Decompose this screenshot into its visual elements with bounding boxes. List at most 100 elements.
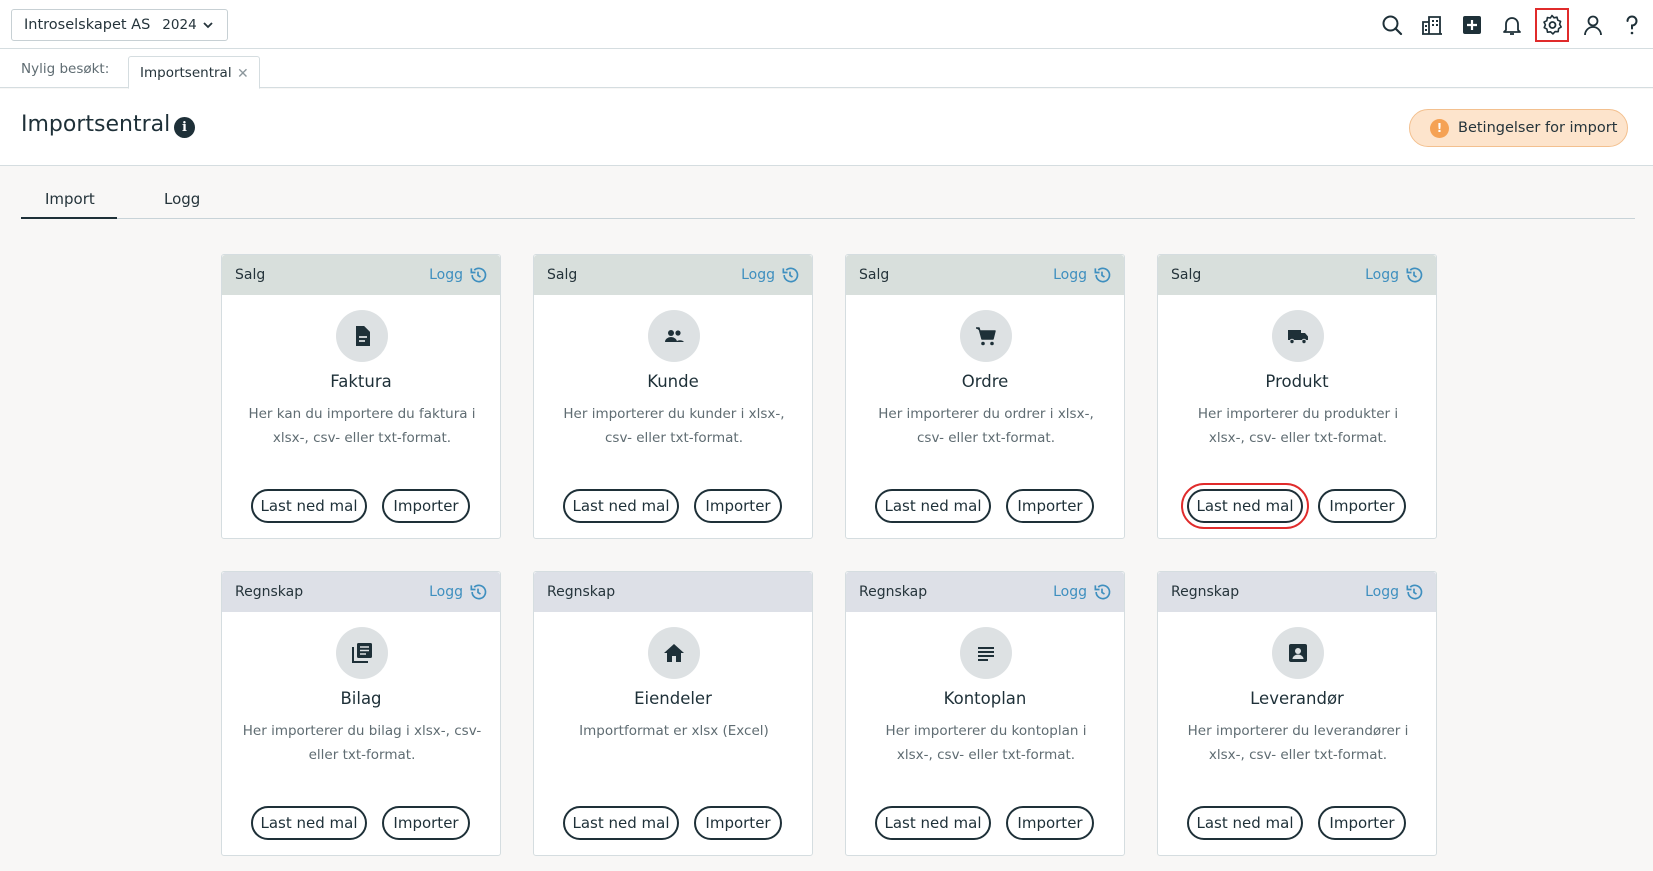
- notifications-button[interactable]: [1497, 10, 1527, 40]
- card-description: Her importerer du bilag i xlsx-, csv- el…: [242, 723, 482, 763]
- card-category: Salg: [547, 267, 578, 283]
- company-button[interactable]: [1417, 10, 1447, 40]
- card-category: Salg: [235, 267, 266, 283]
- import-button[interactable]: Importer: [1318, 489, 1406, 523]
- tab-import[interactable]: Import: [45, 190, 95, 208]
- history-icon: [1094, 584, 1111, 600]
- truck-icon: [1272, 310, 1324, 362]
- gear-icon: [1543, 14, 1562, 35]
- download-template-button[interactable]: Last ned mal: [563, 489, 679, 523]
- card-header: Salg Logg: [534, 255, 812, 295]
- download-template-button[interactable]: Last ned mal: [251, 489, 367, 523]
- list-lines-icon: [960, 627, 1012, 679]
- card-logg-label: Logg: [1053, 267, 1087, 283]
- card-description: Her importerer du leverandører i xlsx-, …: [1187, 723, 1409, 763]
- page-header: Importsentral i ! Betingelser for import: [0, 89, 1653, 166]
- import-button[interactable]: Importer: [1006, 806, 1094, 840]
- download-template-button[interactable]: Last ned mal: [1181, 483, 1309, 529]
- download-template-button[interactable]: Last ned mal: [251, 806, 367, 840]
- import-card-bilag: Regnskap Logg Bilag Her importerer du bi…: [221, 571, 501, 856]
- info-icon[interactable]: i: [174, 117, 195, 138]
- add-button[interactable]: [1457, 10, 1487, 40]
- card-title: Leverandør: [1250, 689, 1344, 708]
- card-logg-link[interactable]: Logg: [429, 582, 488, 602]
- card-header: Salg Logg: [1158, 255, 1436, 295]
- card-logg-label: Logg: [1365, 584, 1399, 600]
- history-icon: [1094, 267, 1111, 283]
- import-button[interactable]: Importer: [1318, 806, 1406, 840]
- card-description: Her kan du importere du faktura i xlsx-,…: [248, 406, 476, 446]
- import-card-kontoplan: Regnskap Logg Kontoplan Her importerer d…: [845, 571, 1125, 856]
- warning-icon: !: [1430, 118, 1449, 138]
- card-logg-label: Logg: [429, 584, 463, 600]
- people-icon: [648, 310, 700, 362]
- import-button[interactable]: Importer: [382, 489, 470, 523]
- card-title: Bilag: [340, 689, 382, 708]
- tab-logg[interactable]: Logg: [164, 190, 200, 208]
- card-logg-link[interactable]: Logg: [1365, 265, 1424, 285]
- card-header: Regnskap: [534, 572, 812, 612]
- download-template-button[interactable]: Last ned mal: [1187, 806, 1303, 840]
- import-card-faktura: Salg Logg Faktura Her kan du importere d…: [221, 254, 501, 539]
- company-selector[interactable]: Introselskapet AS 2024: [11, 9, 228, 41]
- library-books-icon: [336, 627, 388, 679]
- card-header: Regnskap Logg: [1158, 572, 1436, 612]
- tab-bar: Import Logg: [21, 180, 1635, 219]
- user-icon: [1584, 15, 1602, 36]
- import-button[interactable]: Importer: [382, 806, 470, 840]
- recent-bar: Nylig besøkt: Importsentral ✕: [0, 49, 1653, 89]
- bell-icon: [1503, 17, 1521, 35]
- recent-label: Nylig besøkt:: [21, 61, 110, 77]
- card-header: Regnskap Logg: [222, 572, 500, 612]
- card-category: Regnskap: [859, 584, 928, 600]
- card-title: Kunde: [647, 372, 699, 391]
- user-button[interactable]: [1578, 10, 1608, 40]
- card-logg-link[interactable]: Logg: [1053, 265, 1112, 285]
- close-icon[interactable]: ✕: [237, 66, 249, 82]
- buildings-icon: [1422, 16, 1442, 35]
- import-button[interactable]: Importer: [694, 489, 782, 523]
- conditions-button[interactable]: ! Betingelser for import: [1409, 109, 1628, 147]
- top-bar: Introselskapet AS 2024: [0, 0, 1653, 49]
- home-icon: [648, 627, 700, 679]
- card-logg-link[interactable]: Logg: [1365, 582, 1424, 602]
- history-icon: [470, 584, 487, 600]
- recent-tab-label: Importsentral: [140, 65, 232, 81]
- question-icon: [1626, 15, 1638, 35]
- card-title: Produkt: [1265, 372, 1329, 391]
- cart-icon: [960, 310, 1012, 362]
- card-logg-link[interactable]: Logg: [741, 265, 800, 285]
- import-card-leverandor: Regnskap Logg Leverandør Her importerer …: [1157, 571, 1437, 856]
- card-category: Salg: [1171, 267, 1202, 283]
- import-button[interactable]: Importer: [694, 806, 782, 840]
- search-button[interactable]: [1377, 10, 1407, 40]
- history-icon: [1406, 584, 1423, 600]
- history-icon: [782, 267, 799, 283]
- card-description: Her importerer du ordrer i xlsx-, csv- e…: [878, 406, 1094, 446]
- recent-tab-importsentral[interactable]: Importsentral ✕: [128, 56, 260, 89]
- card-logg-link[interactable]: Logg: [429, 265, 488, 285]
- import-card-ordre: Salg Logg Ordre Her importerer du ordrer…: [845, 254, 1125, 539]
- card-title: Ordre: [961, 372, 1009, 391]
- card-logg-link[interactable]: Logg: [1053, 582, 1112, 602]
- search-icon: [1382, 15, 1403, 36]
- import-button[interactable]: Importer: [1006, 489, 1094, 523]
- plus-square-icon: [1463, 16, 1481, 34]
- settings-button[interactable]: [1535, 8, 1569, 42]
- fiscal-year: 2024: [162, 17, 197, 33]
- help-button[interactable]: [1617, 10, 1647, 40]
- page-title: Importsentral: [21, 112, 171, 137]
- download-template-button[interactable]: Last ned mal: [875, 806, 991, 840]
- card-logg-label: Logg: [429, 267, 463, 283]
- card-header: Regnskap Logg: [846, 572, 1124, 612]
- card-title: Eiendeler: [634, 689, 712, 708]
- company-name: Introselskapet AS: [24, 17, 151, 33]
- download-template-button[interactable]: Last ned mal: [875, 489, 991, 523]
- document-icon: [336, 310, 388, 362]
- card-category: Regnskap: [1171, 584, 1240, 600]
- chevron-down-icon: [203, 22, 213, 29]
- card-header: Salg Logg: [222, 255, 500, 295]
- contact-card-icon: [1272, 627, 1324, 679]
- download-template-button[interactable]: Last ned mal: [563, 806, 679, 840]
- card-description: Her importerer du produkter i xlsx-, csv…: [1197, 406, 1399, 446]
